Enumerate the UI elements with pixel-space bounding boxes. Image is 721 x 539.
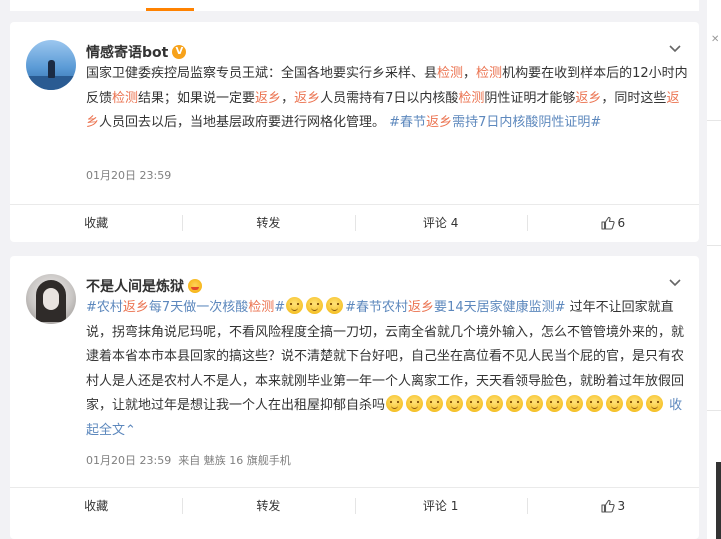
- smile-emoji-icon: [606, 395, 624, 412]
- smile-emoji-icon: [466, 395, 484, 412]
- smile-emoji-icon: [526, 395, 544, 412]
- post-body-text: ，同时这些: [601, 90, 667, 106]
- avatar-face: [43, 288, 59, 310]
- like-count: 6: [617, 215, 626, 230]
- repost-label: 转发: [256, 216, 281, 230]
- comment-label: 评论 1: [422, 499, 459, 513]
- post-meta: 01月20日 23:59: [86, 167, 171, 183]
- right-sidebar-edge: ✕: [707, 0, 721, 539]
- like-button[interactable]: 6: [526, 205, 699, 240]
- favorite-label: 收藏: [84, 499, 109, 513]
- comment-button[interactable]: 评论 1: [354, 488, 527, 523]
- comment-label: 评论 4: [422, 216, 459, 230]
- avatar[interactable]: [26, 40, 76, 90]
- keyword-highlight: 返乡: [426, 115, 453, 130]
- post-body-text: 人员回去以后，当地基层政府要进行网格化管理。: [99, 115, 390, 130]
- top-tab-bar: [10, 0, 699, 11]
- smile-emoji-icon: [566, 395, 584, 412]
- keyword-highlight: 返乡: [122, 300, 149, 315]
- post-time[interactable]: 01月20日 23:59: [86, 169, 171, 182]
- smile-emoji-icon: [506, 395, 524, 412]
- favorite-button[interactable]: 收藏: [10, 205, 182, 240]
- smile-emoji-icon: [546, 395, 564, 412]
- favorite-button[interactable]: 收藏: [10, 488, 182, 523]
- smile-emoji-icon: [286, 297, 304, 314]
- username-text[interactable]: 不是人间是炼狱: [86, 276, 184, 296]
- keyword-highlight: 检测: [112, 90, 139, 106]
- hashtag-link[interactable]: #春节农村: [345, 300, 408, 315]
- hashtag-link[interactable]: 要14天居家健康监测#: [434, 300, 565, 315]
- post-source: 来自 魅族 16 旗舰手机: [178, 454, 291, 467]
- smile-emoji-icon: [386, 395, 404, 412]
- post-meta: 01月20日 23:59 来自 魅族 16 旗舰手机: [86, 452, 291, 468]
- chevron-down-icon[interactable]: [669, 42, 681, 56]
- avatar[interactable]: [26, 274, 76, 324]
- repost-button[interactable]: 转发: [182, 488, 354, 523]
- side-divider: [707, 245, 721, 246]
- username-text[interactable]: 情感寄语bot: [86, 42, 168, 62]
- collapse-link[interactable]: ⌃: [125, 423, 136, 438]
- thumbs-up-icon: [600, 216, 615, 230]
- favorite-label: 收藏: [84, 216, 109, 230]
- username[interactable]: 情感寄语bot V: [86, 42, 187, 62]
- smile-emoji-icon: [406, 395, 424, 412]
- keyword-highlight: 返乡: [408, 300, 435, 315]
- action-bar: 收藏 转发 评论 1 3: [10, 487, 699, 523]
- hashtag-link[interactable]: #农村: [86, 300, 123, 315]
- like-count: 3: [617, 498, 626, 513]
- avatar-figure: [48, 60, 55, 78]
- keyword-highlight: 返乡: [255, 90, 282, 106]
- verified-badge-icon: V: [172, 45, 187, 59]
- smile-emoji-icon: [586, 395, 604, 412]
- keyword-highlight: 检测: [248, 300, 275, 315]
- repost-label: 转发: [256, 499, 281, 513]
- smile-emoji-icon: [426, 395, 444, 412]
- username[interactable]: 不是人间是炼狱: [86, 276, 202, 296]
- smile-emoji-icon: [326, 297, 344, 314]
- keyword-highlight: 检测: [476, 66, 503, 81]
- post-body-text: 结果；如果说一定要: [138, 90, 256, 106]
- repost-button[interactable]: 转发: [182, 205, 354, 240]
- emoji-badge-icon: [188, 279, 202, 293]
- keyword-highlight: 检测: [458, 90, 485, 106]
- hashtag-link[interactable]: 每7天做一次核酸: [149, 300, 248, 315]
- action-bar: 收藏 转发 评论 4 6: [10, 204, 699, 240]
- thumbs-up-icon: [600, 499, 615, 513]
- hashtag-link[interactable]: 需持7日内核酸阴性证明#: [452, 115, 601, 130]
- post-body-text: ，: [463, 66, 477, 81]
- post-text: #农村返乡每7天做一次核酸检测# #春节农村返乡要14天居家健康监测# 过年不让回…: [86, 296, 690, 443]
- keyword-highlight: 返乡: [294, 90, 321, 106]
- smile-emoji-icon: [646, 395, 664, 412]
- comment-button[interactable]: 评论 4: [354, 205, 527, 240]
- side-divider: [707, 120, 721, 121]
- side-close-icon[interactable]: ✕: [711, 35, 719, 45]
- keyword-highlight: 检测: [437, 66, 464, 81]
- avatar-sea: [26, 76, 76, 90]
- post-body-text: 国家卫健委疾控局监察专员王斌：全国各地要实行乡采样、县: [86, 66, 438, 81]
- feed-card: 不是人间是炼狱 #农村返乡每7天做一次核酸检测# #春节农村返乡要14天居家健康监…: [10, 256, 699, 539]
- like-button[interactable]: 3: [526, 488, 699, 523]
- smile-emoji-icon: [446, 395, 464, 412]
- active-tab-indicator: [146, 8, 194, 11]
- side-divider: [707, 410, 721, 411]
- post-time[interactable]: 01月20日 23:59: [86, 454, 171, 467]
- side-scroll-block: [716, 462, 721, 539]
- smile-emoji-icon: [486, 395, 504, 412]
- hashtag-link[interactable]: #春节: [389, 115, 426, 130]
- smile-emoji-icon: [306, 297, 324, 314]
- hashtag-link[interactable]: #: [274, 300, 285, 315]
- keyword-highlight: 返乡: [575, 90, 602, 106]
- post-body-text: 人员需持有7日以内核酸: [320, 90, 459, 106]
- smile-emoji-icon: [626, 395, 644, 412]
- post-text: 国家卫健委疾控局监察专员王斌：全国各地要实行乡采样、县检测，检测机构要在收到样本…: [86, 62, 690, 136]
- chevron-down-icon[interactable]: [669, 276, 681, 290]
- feed-card: 情感寄语bot V 国家卫健委疾控局监察专员王斌：全国各地要实行乡采样、县检测，…: [10, 22, 699, 242]
- post-body-text: 阴性证明才能够: [484, 90, 576, 106]
- post-body-text: ，: [281, 90, 295, 106]
